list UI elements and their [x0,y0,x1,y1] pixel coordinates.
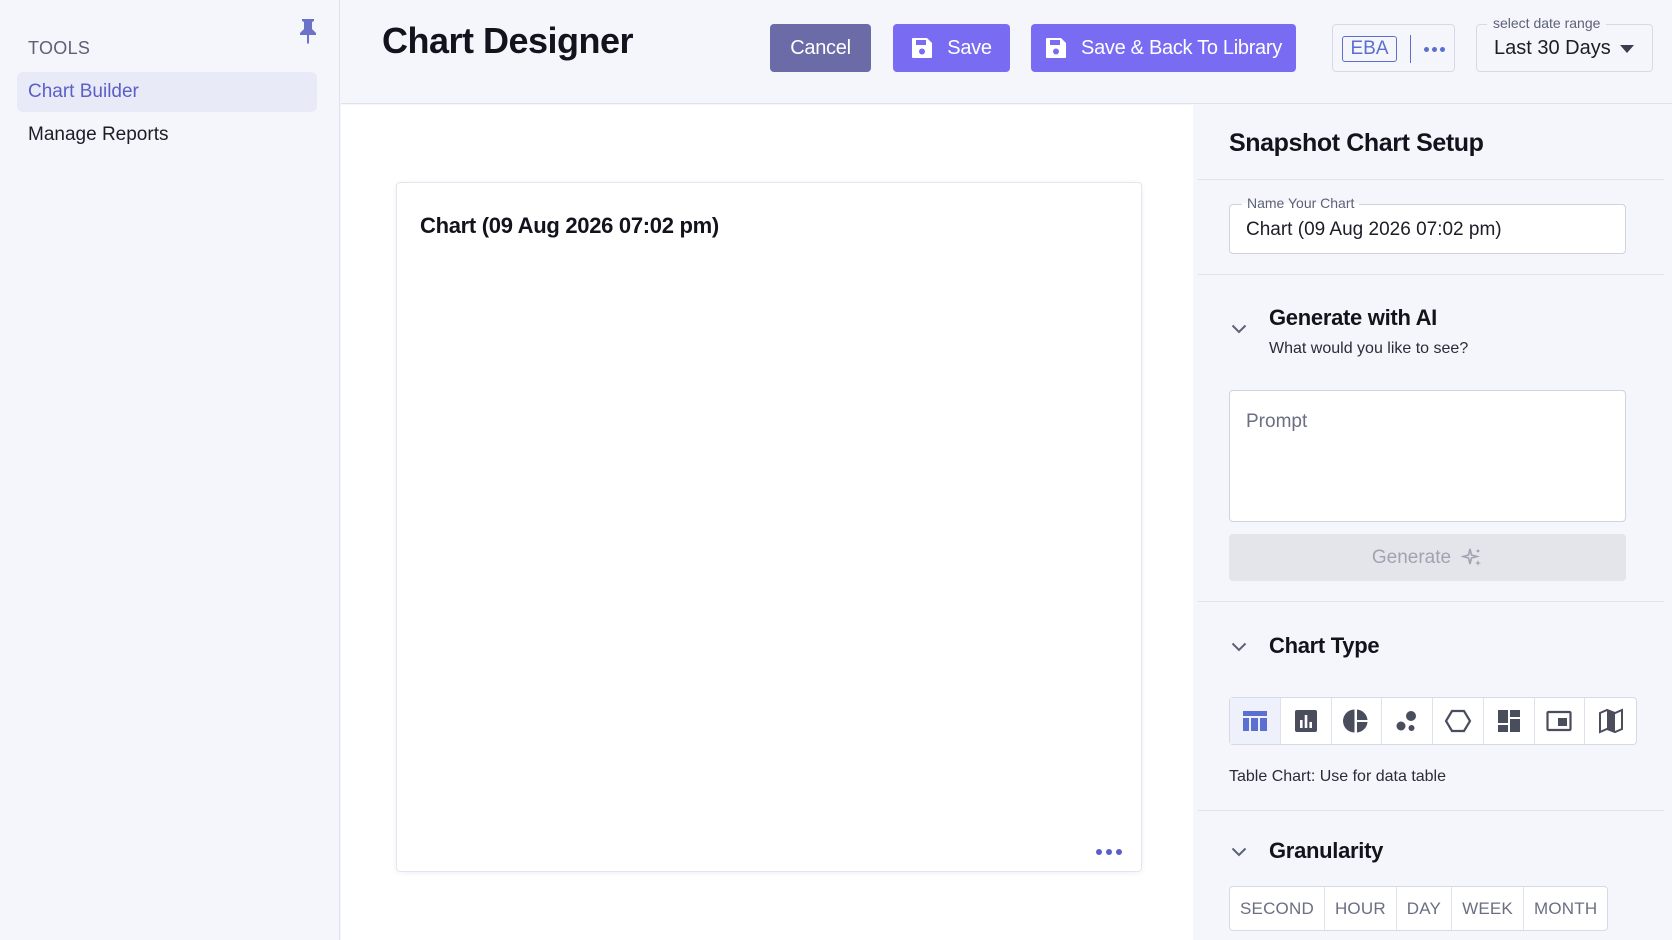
prompt-input[interactable] [1229,390,1626,522]
chevron-down-icon[interactable] [1231,324,1247,334]
sidebar-header: TOOLS [28,38,91,58]
date-range-value: Last 30 Days [1494,37,1611,59]
chart-type-picture-in-picture[interactable] [1535,698,1586,744]
panel-divider [1198,274,1664,275]
bubble-chart-icon [1396,711,1417,731]
pie-chart-icon [1343,709,1368,733]
cancel-button-label: Cancel [790,36,851,59]
granularity-option-week[interactable]: WEEK [1452,887,1524,930]
granularity-option-month[interactable]: MONTH [1524,887,1607,930]
chevron-down-icon[interactable] [1231,847,1247,857]
hexagon-chart-icon [1444,709,1472,733]
cancel-button[interactable]: Cancel [770,24,871,72]
granularity-option-second[interactable]: SECOND [1230,887,1325,930]
picture-in-picture-icon [1546,710,1572,732]
chart-type-dashboard[interactable] [1484,698,1535,744]
pin-icon[interactable] [297,18,319,44]
panel-divider [1198,179,1664,180]
granularity-option-hour[interactable]: HOUR [1325,887,1397,930]
chart-preview-card: Chart (09 Aug 2026 07:02 pm) [396,182,1142,872]
chart-name-label: Name Your Chart [1242,195,1360,211]
chart-type-hexagon[interactable] [1433,698,1484,744]
organization-switcher[interactable]: EBA [1332,24,1455,72]
chart-setup-panel: Snapshot Chart Setup Name Your Chart Gen… [1193,105,1672,940]
bar-chart-icon [1294,710,1317,732]
panel-divider [1198,601,1664,602]
organization-badge: EBA [1342,36,1397,62]
chart-type-section-title: Chart Type [1269,633,1380,658]
chart-type-pie[interactable] [1332,698,1383,744]
ai-section-subtitle: What would you like to see? [1269,340,1469,357]
floppy-disk-icon [1046,38,1067,58]
granularity-option-day[interactable]: DAY [1397,887,1453,930]
table-chart-icon [1242,711,1267,731]
floppy-disk-icon [912,38,933,58]
sidebar-item-chart-builder[interactable]: Chart Builder [17,72,317,112]
save-button[interactable]: Save [893,24,1010,72]
panel-title: Snapshot Chart Setup [1229,129,1484,157]
map-icon [1598,708,1623,734]
save-and-back-button-label: Save & Back To Library [1081,36,1282,59]
generate-button-label: Generate [1371,546,1452,568]
chart-type-bubble[interactable] [1382,698,1433,744]
sidebar: TOOLS Chart Builder Manage Reports [0,0,340,940]
chart-type-selector [1229,697,1637,745]
chevron-down-icon[interactable] [1231,642,1247,652]
granularity-section-title: Granularity [1269,838,1384,863]
ai-section-title: Generate with AI [1269,305,1437,330]
date-range-label: select date range [1487,15,1607,31]
date-range-select[interactable]: select date range Last 30 Days [1476,15,1653,72]
chart-type-description: Table Chart: Use for data table [1229,768,1447,785]
panel-divider [1198,810,1664,811]
chart-type-map[interactable] [1585,698,1636,744]
chart-type-bar[interactable] [1281,698,1332,744]
generate-button[interactable]: Generate [1229,534,1626,581]
dashboard-grid-icon [1497,710,1520,732]
chart-name-field: Name Your Chart [1229,195,1626,254]
sidebar-item-manage-reports[interactable]: Manage Reports [17,115,317,155]
page-title: Chart Designer [382,20,634,61]
granularity-selector: SECOND HOUR DAY WEEK MONTH [1229,886,1609,931]
more-options-icon[interactable] [1093,845,1125,859]
save-and-back-button[interactable]: Save & Back To Library [1031,24,1296,72]
chart-preview-title: Chart (09 Aug 2026 07:02 pm) [420,213,719,238]
chart-canvas: Chart (09 Aug 2026 07:02 pm) [341,105,1193,940]
save-button-label: Save [947,36,992,59]
caret-down-icon [1620,45,1634,53]
organization-divider [1410,35,1411,63]
top-header: Chart Designer Cancel Save Save & Back T… [341,0,1672,104]
chart-type-table[interactable] [1230,698,1281,744]
more-options-icon[interactable] [1419,35,1449,63]
chart-name-input[interactable] [1246,219,1616,241]
sparkles-icon [1461,548,1482,566]
